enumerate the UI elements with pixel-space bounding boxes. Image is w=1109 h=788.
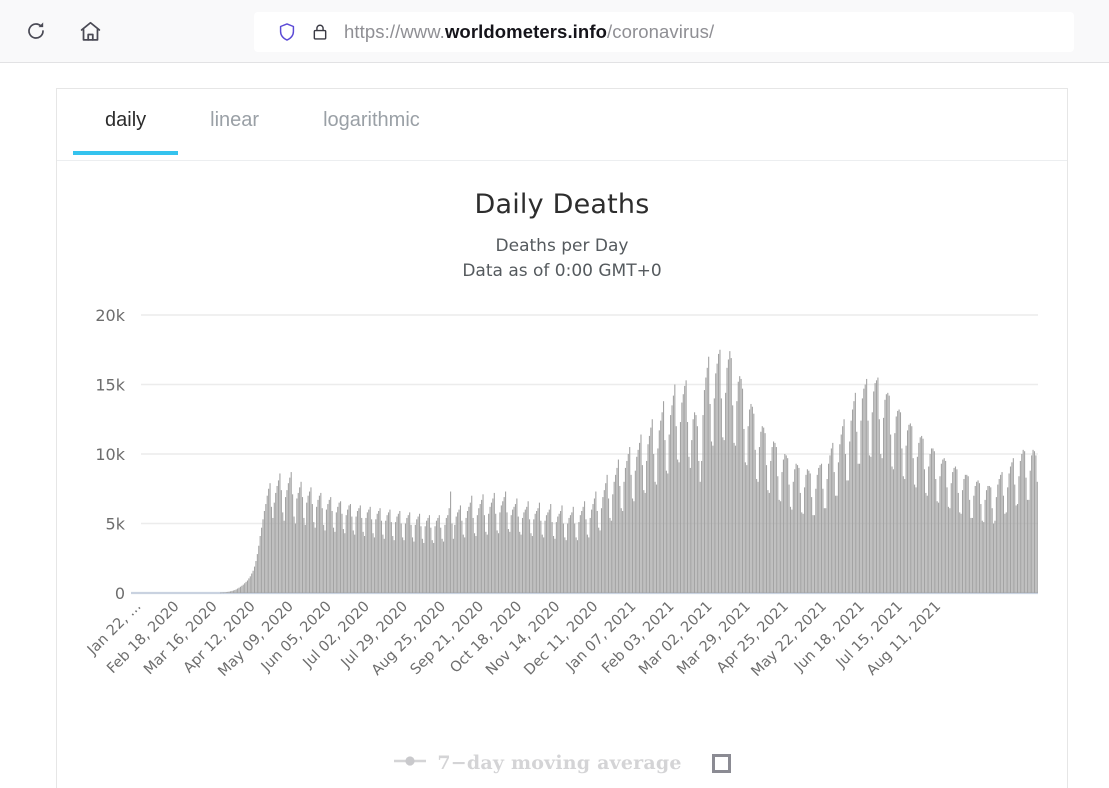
chart-subtitle-line2: Data as of 0:00 GMT+0 [462,260,662,281]
chart-plot-area: 0 5k 10k 15k 20k Jan 22, ... Feb 18, 2020 Mar 1… [57,291,1067,711]
home-button[interactable] [70,11,110,51]
lock-icon[interactable] [310,22,330,42]
url-text: https://www.worldometers.info/coronaviru… [344,21,714,43]
reload-button[interactable] [16,11,56,51]
line-dot-marker-icon [393,754,427,773]
chart-tab-bar: daily linear logarithmic [57,89,1067,161]
chart-subtitle-line1: Deaths per Day [495,236,629,256]
url-host: worldometers.info [444,21,607,42]
home-icon [78,19,103,44]
tab-logarithmic[interactable]: logarithmic [291,109,452,154]
chart-subtitle: Deaths per Day Data as of 0:00 GMT+0 [57,234,1067,283]
svg-text:15k: 15k [95,376,125,395]
tab-daily[interactable]: daily [73,109,179,155]
svg-text:20k: 20k [95,306,125,325]
chart-card: daily linear logarithmic Daily Deaths De… [56,88,1068,788]
daily-deaths-bar-chart[interactable]: 05k10k15k20kJan 22, ...Feb 18, 2020Mar 1… [57,291,1067,711]
chart-title: Daily Deaths [474,189,650,220]
tab-linear[interactable]: linear [178,109,291,154]
svg-text:0: 0 [115,584,125,603]
address-bar[interactable]: https://www.worldometers.info/coronaviru… [254,12,1074,52]
url-prefix: https://www. [344,21,445,42]
reload-icon [24,19,48,43]
svg-text:10k: 10k [95,445,125,464]
browser-toolbar: https://www.worldometers.info/coronaviru… [0,0,1109,63]
url-path: /coronavirus/ [607,21,715,42]
svg-text:5k: 5k [106,515,126,534]
checkbox-unchecked-icon[interactable] [711,753,731,773]
shield-icon[interactable] [276,21,298,43]
